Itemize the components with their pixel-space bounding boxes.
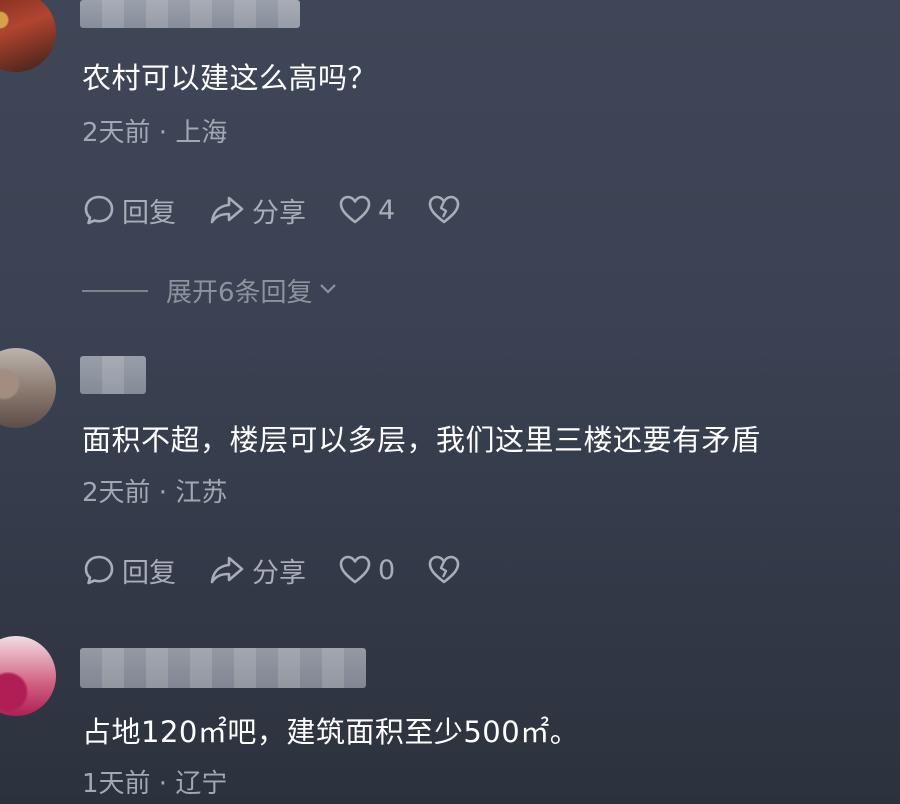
comment-actions: 回复 分享 0: [82, 550, 499, 590]
reply-button[interactable]: 回复: [82, 551, 176, 590]
comment-text: 占地120㎡吧，建筑面积至少500㎡。: [82, 715, 580, 749]
share-button[interactable]: 分享: [208, 551, 306, 590]
like-button[interactable]: 0: [338, 553, 395, 587]
reply-label: 回复: [122, 197, 176, 229]
comment-meta: 2天前 · 上海: [82, 118, 228, 148]
reply-label: 回复: [122, 557, 176, 589]
username-blurred[interactable]: [80, 356, 146, 394]
comment-meta: 1天前 · 辽宁: [82, 769, 228, 799]
expand-replies-label: 展开6条回复: [166, 278, 313, 308]
reply-button[interactable]: 回复: [82, 191, 176, 230]
avatar[interactable]: [0, 0, 56, 72]
divider-line: [82, 289, 148, 292]
share-button[interactable]: 分享: [208, 191, 306, 230]
username-blurred[interactable]: [80, 648, 366, 688]
broken-heart-icon: [427, 193, 467, 227]
comment-bubble-icon: [82, 553, 122, 587]
comment-text: 面积不超，楼层可以多层，我们这里三楼还要有矛盾: [82, 423, 761, 457]
like-count: 4: [378, 194, 396, 226]
share-arrow-icon: [208, 553, 252, 587]
share-label: 分享: [252, 557, 306, 589]
chevron-down-icon: [313, 276, 339, 306]
dislike-button[interactable]: [427, 193, 467, 227]
avatar[interactable]: [0, 636, 56, 716]
expand-replies[interactable]: 展开6条回复: [82, 272, 339, 309]
broken-heart-icon: [427, 553, 467, 587]
heart-icon: [338, 553, 378, 587]
comment-bubble-icon: [82, 193, 122, 227]
avatar[interactable]: [0, 348, 56, 428]
comment-meta: 2天前 · 江苏: [82, 478, 228, 508]
username-blurred[interactable]: [80, 0, 300, 28]
heart-icon: [338, 193, 378, 227]
comment-text: 农村可以建这么高吗？: [82, 61, 378, 95]
like-button[interactable]: 4: [338, 193, 395, 227]
share-label: 分享: [252, 197, 306, 229]
dislike-button[interactable]: [427, 553, 467, 587]
comment-actions: 回复 分享 4: [82, 190, 499, 230]
like-count: 0: [378, 554, 396, 586]
share-arrow-icon: [208, 193, 252, 227]
